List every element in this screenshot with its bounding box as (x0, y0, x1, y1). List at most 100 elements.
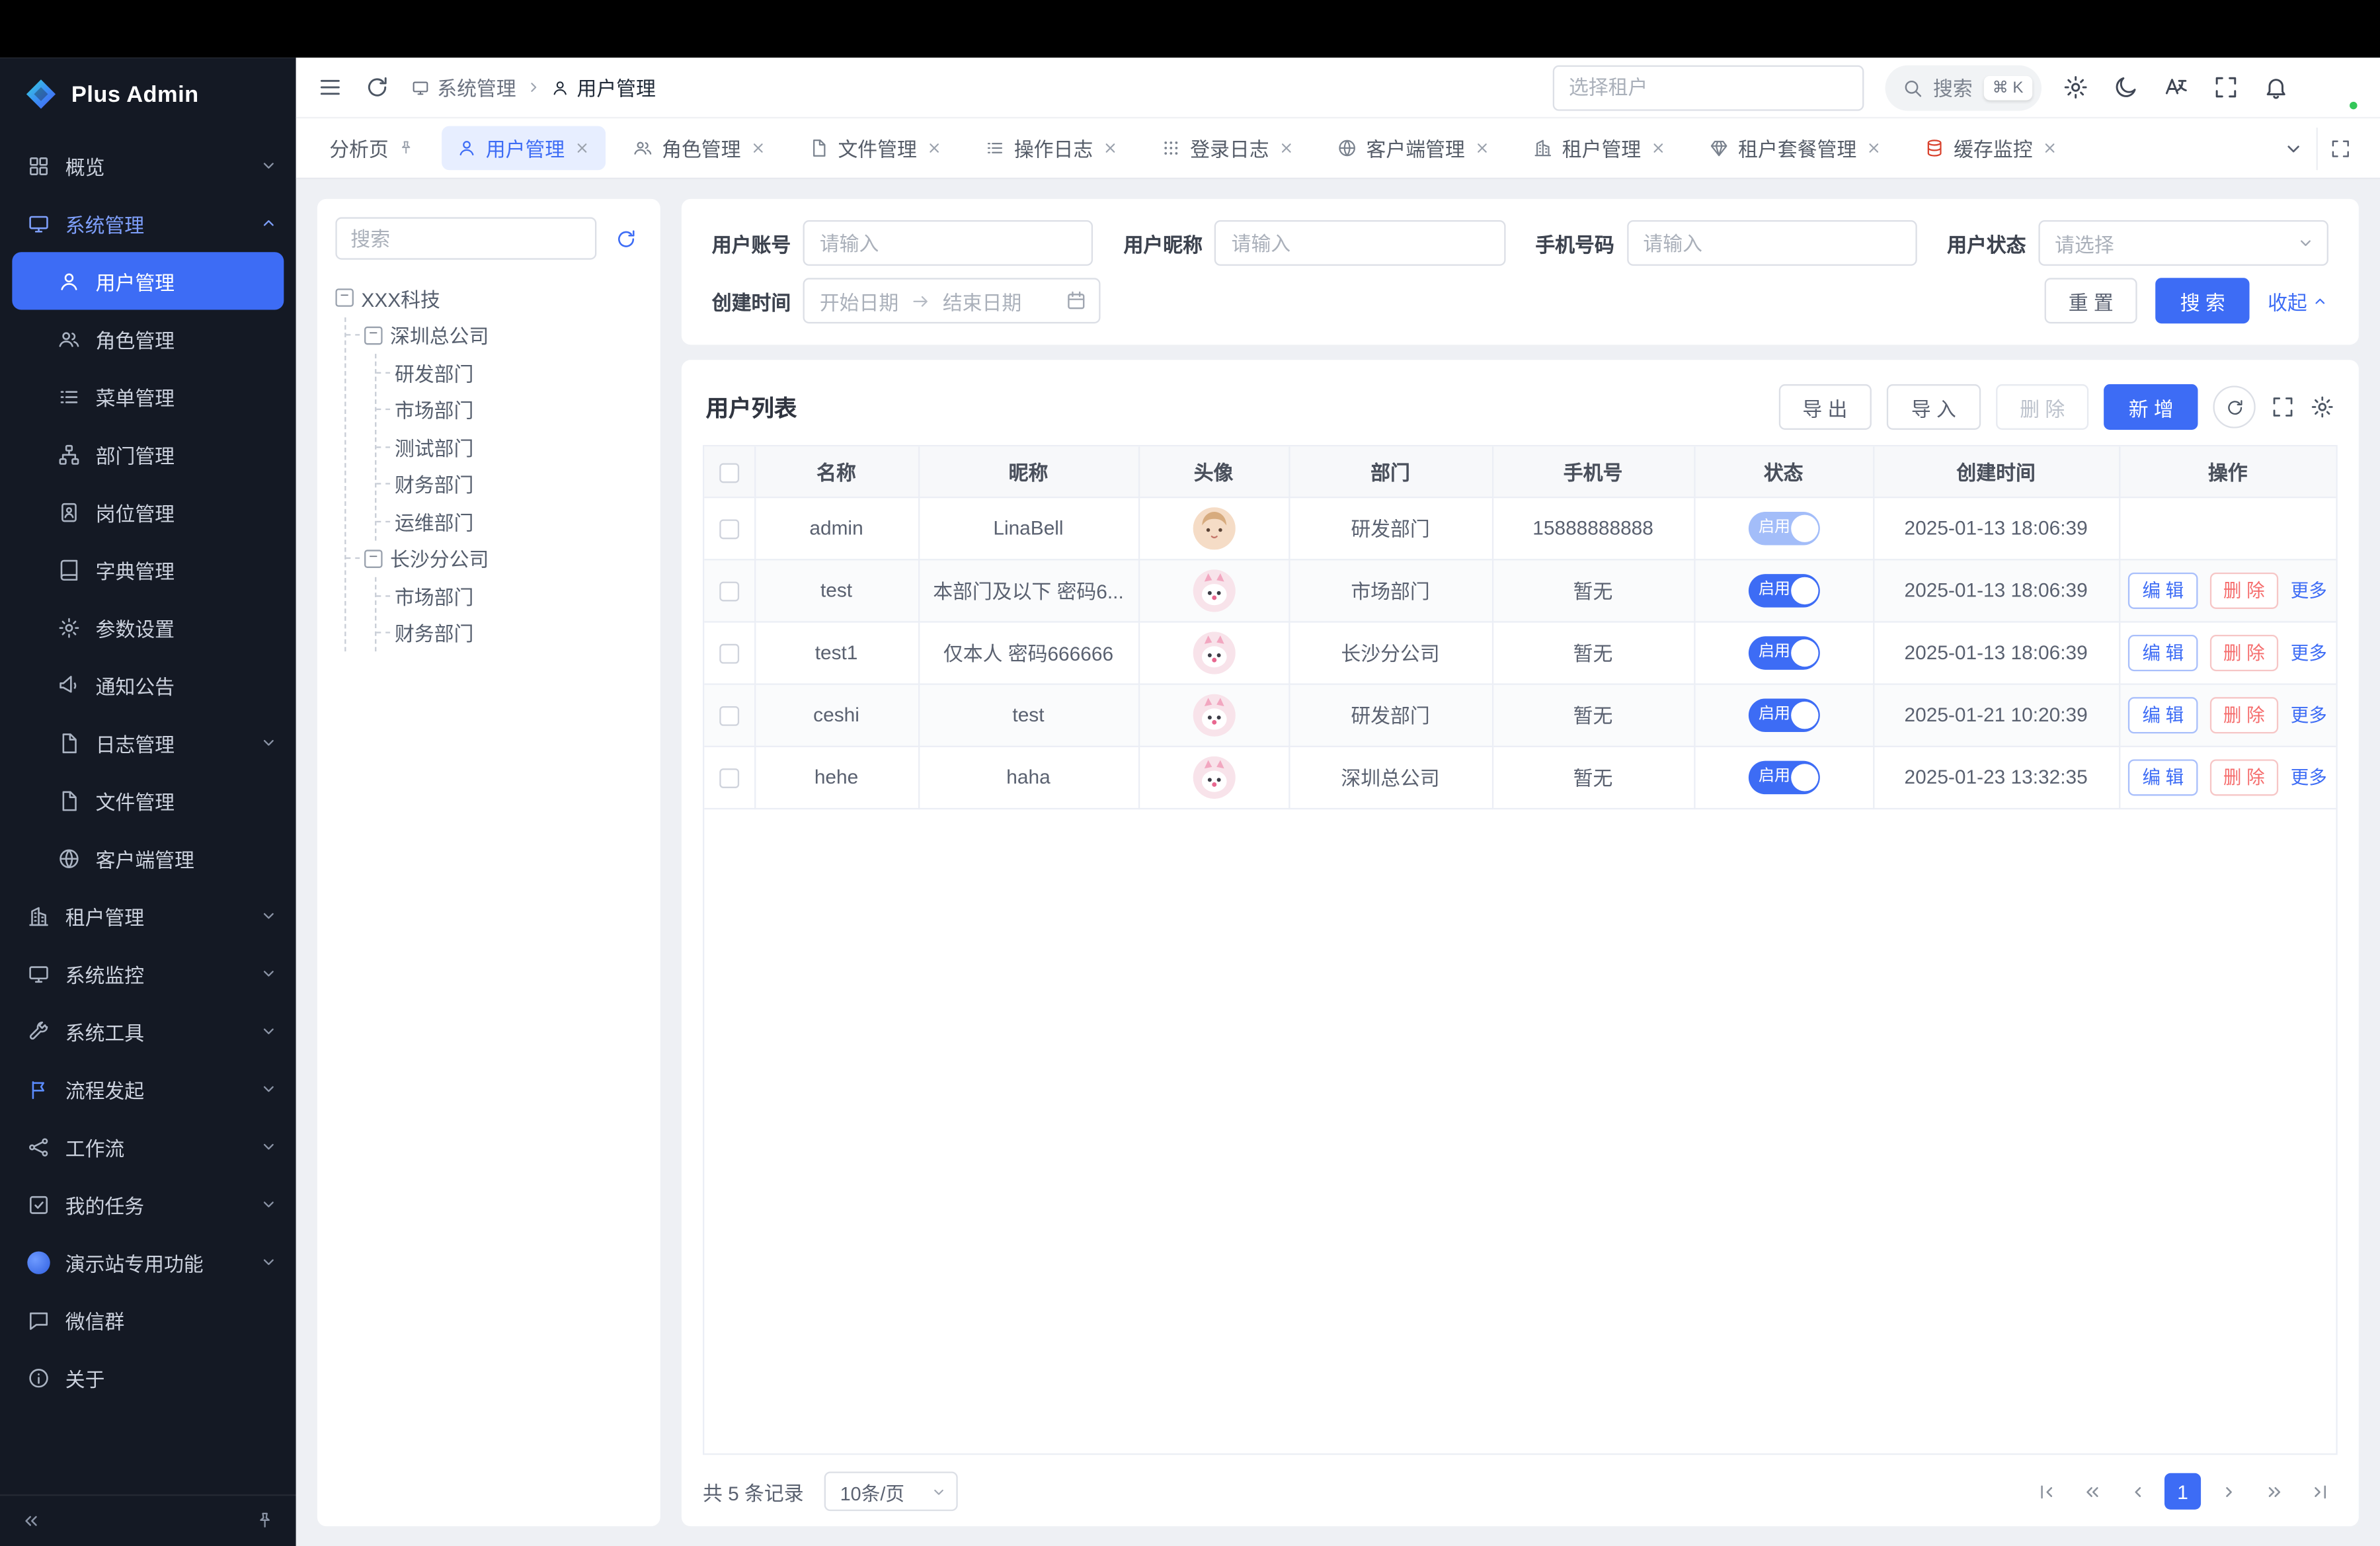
delete-button[interactable]: 删 除 (1996, 384, 2089, 430)
tree-node-root[interactable]: XXX科技 (335, 280, 642, 317)
tree-node-branch[interactable]: 深圳总公司 (346, 317, 642, 354)
tree-node-dept[interactable]: 财务部门 (376, 466, 642, 503)
nickname-input[interactable] (1214, 220, 1505, 266)
status-toggle[interactable]: 启用 (1748, 573, 1819, 607)
user-avatar[interactable] (2313, 65, 2359, 110)
sidebar-item-params[interactable]: 参数设置 (0, 598, 296, 656)
status-toggle[interactable]: 启用 (1748, 511, 1819, 545)
tree-node-dept[interactable]: 市场部门 (376, 577, 642, 614)
row-checkbox[interactable] (719, 768, 739, 788)
sidebar-item-system[interactable]: 系统管理 (0, 194, 296, 252)
sidebar-item-departments[interactable]: 部门管理 (0, 425, 296, 483)
sidebar-item-notice[interactable]: 通知公告 (0, 656, 296, 713)
edit-button[interactable]: 编 辑 (2129, 758, 2198, 795)
sidebar-item-users[interactable]: 用户管理 (12, 252, 284, 309)
tab-clients[interactable]: 客户端管理 (1322, 126, 1506, 171)
account-input[interactable] (803, 220, 1093, 266)
prev-page-button[interactable] (2119, 1473, 2155, 1510)
sidebar-item-posts[interactable]: 岗位管理 (0, 483, 296, 540)
row-delete-button[interactable]: 删 除 (2209, 758, 2278, 795)
tree-refresh-button[interactable] (609, 222, 643, 255)
tab-tenant[interactable]: 租户管理 (1518, 126, 1682, 171)
close-icon[interactable] (1650, 140, 1667, 156)
table-fullscreen-icon[interactable] (2271, 395, 2295, 419)
status-toggle[interactable]: 启用 (1748, 760, 1819, 793)
tree-node-dept[interactable]: 市场部门 (376, 391, 642, 428)
bell-icon[interactable] (2263, 75, 2289, 101)
refresh-page-icon[interactable] (364, 75, 390, 101)
row-delete-button[interactable]: 删 除 (2209, 572, 2278, 608)
edit-button[interactable]: 编 辑 (2129, 696, 2198, 733)
breadcrumb-section[interactable]: 系统管理 (411, 73, 516, 102)
sidebar-item-dict[interactable]: 字典管理 (0, 541, 296, 598)
sidebar-item-process[interactable]: 流程发起 (0, 1060, 296, 1118)
first-page-button[interactable] (2028, 1473, 2064, 1510)
next-5-pages-button[interactable] (2256, 1473, 2292, 1510)
sidebar-item-tenant[interactable]: 租户管理 (0, 887, 296, 944)
sidebar-item-clients[interactable]: 客户端管理 (0, 829, 296, 887)
sidebar-item-demo[interactable]: 演示站专用功能 (0, 1233, 296, 1291)
tree-node-dept[interactable]: 运维部门 (376, 503, 642, 540)
collapse-sidebar-icon[interactable] (21, 1511, 41, 1531)
more-link[interactable]: 更多 (2291, 639, 2327, 665)
gear-icon[interactable] (2063, 75, 2088, 101)
close-icon[interactable] (1866, 140, 1882, 156)
status-toggle[interactable]: 启用 (1748, 698, 1819, 731)
sidebar-item-roles[interactable]: 角色管理 (0, 310, 296, 368)
close-icon[interactable] (926, 140, 943, 156)
close-icon[interactable] (2042, 140, 2058, 156)
more-link[interactable]: 更多 (2291, 764, 2327, 790)
tree-collapse-box[interactable] (364, 326, 383, 345)
tab-operation-log[interactable]: 操作日志 (970, 126, 1134, 171)
tenant-select-input[interactable] (1552, 65, 1864, 110)
row-checkbox[interactable] (719, 644, 739, 664)
pin-sidebar-icon[interactable] (255, 1511, 275, 1531)
page-size-select[interactable]: 10条/页 (825, 1471, 959, 1511)
page-number[interactable]: 1 (2164, 1473, 2201, 1510)
edit-button[interactable]: 编 辑 (2129, 572, 2198, 608)
row-delete-button[interactable]: 删 除 (2209, 634, 2278, 671)
row-delete-button[interactable]: 删 除 (2209, 696, 2278, 733)
more-link[interactable]: 更多 (2291, 702, 2327, 727)
tree-node-dept[interactable]: 测试部门 (376, 428, 642, 466)
sidebar-item-workflow[interactable]: 工作流 (0, 1118, 296, 1175)
next-page-button[interactable] (2210, 1473, 2246, 1510)
select-all-checkbox[interactable] (719, 463, 739, 483)
sidebar-item-menus[interactable]: 菜单管理 (0, 368, 296, 425)
sidebar-item-files[interactable]: 文件管理 (0, 772, 296, 829)
tree-node-branch[interactable]: 长沙分公司 (346, 540, 642, 577)
prev-5-pages-button[interactable] (2073, 1473, 2110, 1510)
close-icon[interactable] (574, 140, 590, 156)
collapse-filters-link[interactable]: 收起 (2268, 286, 2328, 315)
dark-mode-moon-icon[interactable] (2113, 75, 2139, 101)
row-checkbox[interactable] (719, 582, 739, 602)
close-icon[interactable] (1278, 140, 1294, 156)
tab-cache-monitor[interactable]: 缓存监控 (1910, 126, 2074, 171)
tab-analysis[interactable]: 分析页 (314, 126, 430, 171)
status-select[interactable]: 请选择 (2038, 220, 2328, 266)
sidebar-item-tools[interactable]: 系统工具 (0, 1002, 296, 1060)
tab-fullscreen-button[interactable] (2317, 127, 2362, 169)
tab-roles[interactable]: 角色管理 (618, 126, 782, 171)
last-page-button[interactable] (2301, 1473, 2338, 1510)
tab-login-log[interactable]: 登录日志 (1146, 126, 1310, 171)
tab-files[interactable]: 文件管理 (794, 126, 958, 171)
sidebar-item-mytasks[interactable]: 我的任务 (0, 1176, 296, 1233)
fullscreen-icon[interactable] (2213, 75, 2239, 101)
sidebar-item-about[interactable]: 关于 (0, 1348, 296, 1406)
phone-input[interactable] (1626, 220, 1917, 266)
search-button[interactable]: 搜 索 (2156, 278, 2249, 323)
add-button[interactable]: 新 增 (2104, 384, 2198, 430)
more-link[interactable]: 更多 (2291, 577, 2327, 603)
tree-collapse-box[interactable] (335, 289, 354, 307)
close-icon[interactable] (750, 140, 766, 156)
row-checkbox[interactable] (719, 520, 739, 540)
tree-collapse-box[interactable] (364, 549, 383, 568)
import-button[interactable]: 导 入 (1887, 384, 1980, 430)
hamburger-menu-icon[interactable] (317, 75, 343, 101)
sidebar-item-logs[interactable]: 日志管理 (0, 713, 296, 771)
tab-users[interactable]: 用户管理 (442, 126, 606, 171)
tab-list-dropdown[interactable] (2271, 127, 2317, 169)
sidebar-item-wechat[interactable]: 微信群 (0, 1291, 296, 1348)
row-checkbox[interactable] (719, 706, 739, 726)
